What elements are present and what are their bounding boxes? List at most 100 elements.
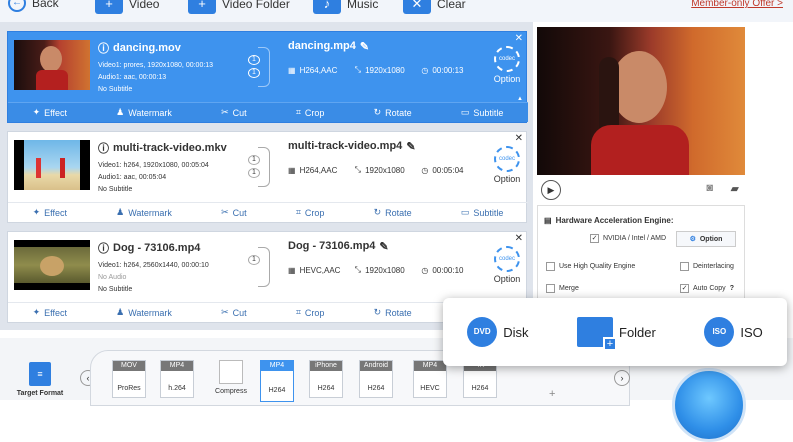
high-quality-checkbox[interactable] (546, 262, 555, 271)
top-toolbar: ← Back + Video + Video Folder ♪ Music ✕ … (0, 0, 793, 22)
output-codec: HEVC,AAC (299, 265, 341, 275)
output-destination-popup: DVD Disk + Folder ISO ISO (443, 298, 787, 366)
codec-option-button[interactable]: codec Option (492, 246, 522, 284)
close-icon[interactable]: ✕ (515, 233, 523, 244)
add-video-folder-button[interactable]: + Video Folder (188, 0, 290, 14)
play-icon[interactable]: ▶ (541, 180, 561, 200)
deinterlacing-checkbox[interactable] (680, 262, 689, 271)
codec-gear-icon: codec (494, 46, 520, 72)
format-mov-prores[interactable]: MOV ProRes (109, 360, 149, 398)
rotate-icon: ↻ (373, 207, 382, 217)
cut-button[interactable]: ✂ Cut (221, 207, 247, 218)
codec-option-button[interactable]: codec Option (492, 46, 522, 84)
format-mp4-h264-selected[interactable]: MP4 H264 (257, 360, 297, 402)
output-codec: H264,AAC (299, 65, 338, 75)
format-top-label: MP4 (161, 361, 193, 371)
codec-icon: ▦ (288, 65, 296, 75)
info-icon[interactable]: ⓘ (98, 240, 109, 256)
folder-open-icon[interactable]: ▰ (731, 182, 739, 195)
crop-button[interactable]: ⌗ Crop (296, 307, 325, 318)
run-button[interactable] (672, 368, 746, 442)
format-bottom-label: Compress (215, 388, 247, 395)
thumbnail-multitrack (14, 140, 90, 190)
close-icon[interactable]: ✕ (515, 33, 523, 44)
iso-option[interactable]: ISO ISO (704, 317, 763, 347)
crop-label: Crop (304, 207, 325, 218)
effect-button[interactable]: ✦ Effect (33, 207, 67, 218)
format-iphone-h264[interactable]: iPhone H264 (306, 360, 346, 398)
help-icon[interactable]: ? (730, 285, 734, 292)
effect-button[interactable]: ✦ Effect (33, 307, 67, 318)
format-android-h264[interactable]: Android H264 (356, 360, 396, 398)
scroll-right-button[interactable]: › (614, 370, 630, 386)
watermark-button[interactable]: ♟ Watermark (116, 307, 172, 318)
cut-button[interactable]: ✂ Cut (221, 107, 247, 118)
effect-label: Effect (44, 307, 67, 318)
edit-name-icon[interactable]: ✎ (360, 40, 369, 53)
video-track-info: Video1: h264, 1920x1080, 00:05:04 (98, 162, 209, 169)
target-format-label: Target Format (16, 390, 64, 397)
resolution-icon: ⤡ (354, 265, 362, 274)
output-resolution: 1920x1080 (365, 165, 405, 175)
add-format-icon[interactable]: + (549, 388, 555, 400)
clear-button[interactable]: ✕ Clear (403, 0, 466, 14)
source-filename: multi-track-video.mkv (113, 142, 227, 154)
edit-name-icon[interactable]: ✎ (379, 240, 388, 253)
file-item-multitrack[interactable]: ⓘ multi-track-video.mkv Video1: h264, 192… (7, 131, 528, 223)
member-offer-link[interactable]: Member-only Offer > (691, 0, 783, 9)
format-mp4-hevc[interactable]: MP4 HEVC (410, 360, 450, 398)
crop-button[interactable]: ⌗ Crop (296, 207, 325, 218)
resolution-icon: ⤡ (354, 65, 362, 74)
resolution-icon: ⤡ (354, 165, 362, 174)
auto-copy-label: Auto Copy (693, 285, 726, 292)
target-format-button[interactable]: ≡ Target Format (10, 362, 70, 397)
rotate-button[interactable]: ↻ Rotate (374, 207, 412, 218)
folder-option[interactable]: + Folder (577, 317, 656, 351)
back-button[interactable]: ← Back (8, 0, 59, 12)
video-track-info: Video1: prores, 1920x1080, 00:00:13 (98, 62, 214, 69)
cut-button[interactable]: ✂ Cut (221, 307, 247, 318)
option-label: Option (493, 174, 521, 184)
format-mp4-h264[interactable]: MP4 h.264 (157, 360, 197, 398)
dvd-disc-icon: DVD (467, 317, 498, 347)
format-compress[interactable]: Compress (211, 360, 251, 398)
close-icon[interactable]: ✕ (515, 133, 523, 144)
format-bottom-label: ProRes (117, 385, 141, 392)
cut-label: Cut (232, 207, 247, 218)
subtitle-button[interactable]: ▭Subtitle (461, 107, 504, 118)
info-icon[interactable]: ⓘ (98, 140, 109, 156)
output-duration: 00:05:04 (432, 165, 464, 175)
codec-option-button[interactable]: codec Option (492, 146, 522, 184)
auto-copy-checkbox[interactable]: ✓ (680, 284, 689, 293)
effect-icon: ✦ (32, 107, 41, 117)
edit-actions-bar: ✦Effect ♟Watermark ✂Cut ⌗Crop ↻Rotate ▭S… (8, 102, 528, 122)
disk-option[interactable]: DVD Disk (467, 317, 529, 347)
add-video-button[interactable]: + Video (95, 0, 159, 14)
add-music-label: Music (347, 0, 379, 11)
add-video-label: Video (129, 0, 160, 11)
effect-button[interactable]: ✦ Effect (33, 107, 67, 118)
add-music-button[interactable]: ♪ Music (313, 0, 378, 14)
camera-icon[interactable]: ◙ (706, 182, 713, 194)
crop-button[interactable]: ⌗ Crop (296, 107, 325, 118)
watermark-button[interactable]: ♟ Watermark (116, 207, 172, 218)
rotate-button[interactable]: ↻ Rotate (374, 107, 412, 118)
crop-icon: ⌗ (295, 107, 301, 117)
back-label: Back (32, 0, 59, 10)
cut-label: Cut (232, 107, 247, 118)
file-item-dancing[interactable]: ⓘ dancing.mov Video1: prores, 1920x1080, … (7, 31, 528, 123)
effect-icon: ✦ (32, 307, 41, 317)
edit-name-icon[interactable]: ✎ (406, 140, 415, 153)
gpu-checkbox[interactable]: ✓ (590, 234, 599, 243)
merge-checkbox[interactable] (546, 284, 555, 293)
audio-track-info: No Audio (98, 274, 127, 281)
watermark-button[interactable]: ♟ Watermark (116, 107, 172, 118)
effect-label: Effect (44, 207, 67, 218)
info-icon[interactable]: ⓘ (98, 40, 109, 56)
arrow-bracket (258, 247, 270, 287)
subtitle-button[interactable]: ▭Subtitle (461, 207, 504, 218)
rotate-icon: ↻ (373, 107, 382, 117)
hw-option-button[interactable]: ⚙ Option (676, 231, 736, 247)
rotate-button[interactable]: ↻ Rotate (374, 307, 412, 318)
arrow-bracket (258, 147, 270, 187)
